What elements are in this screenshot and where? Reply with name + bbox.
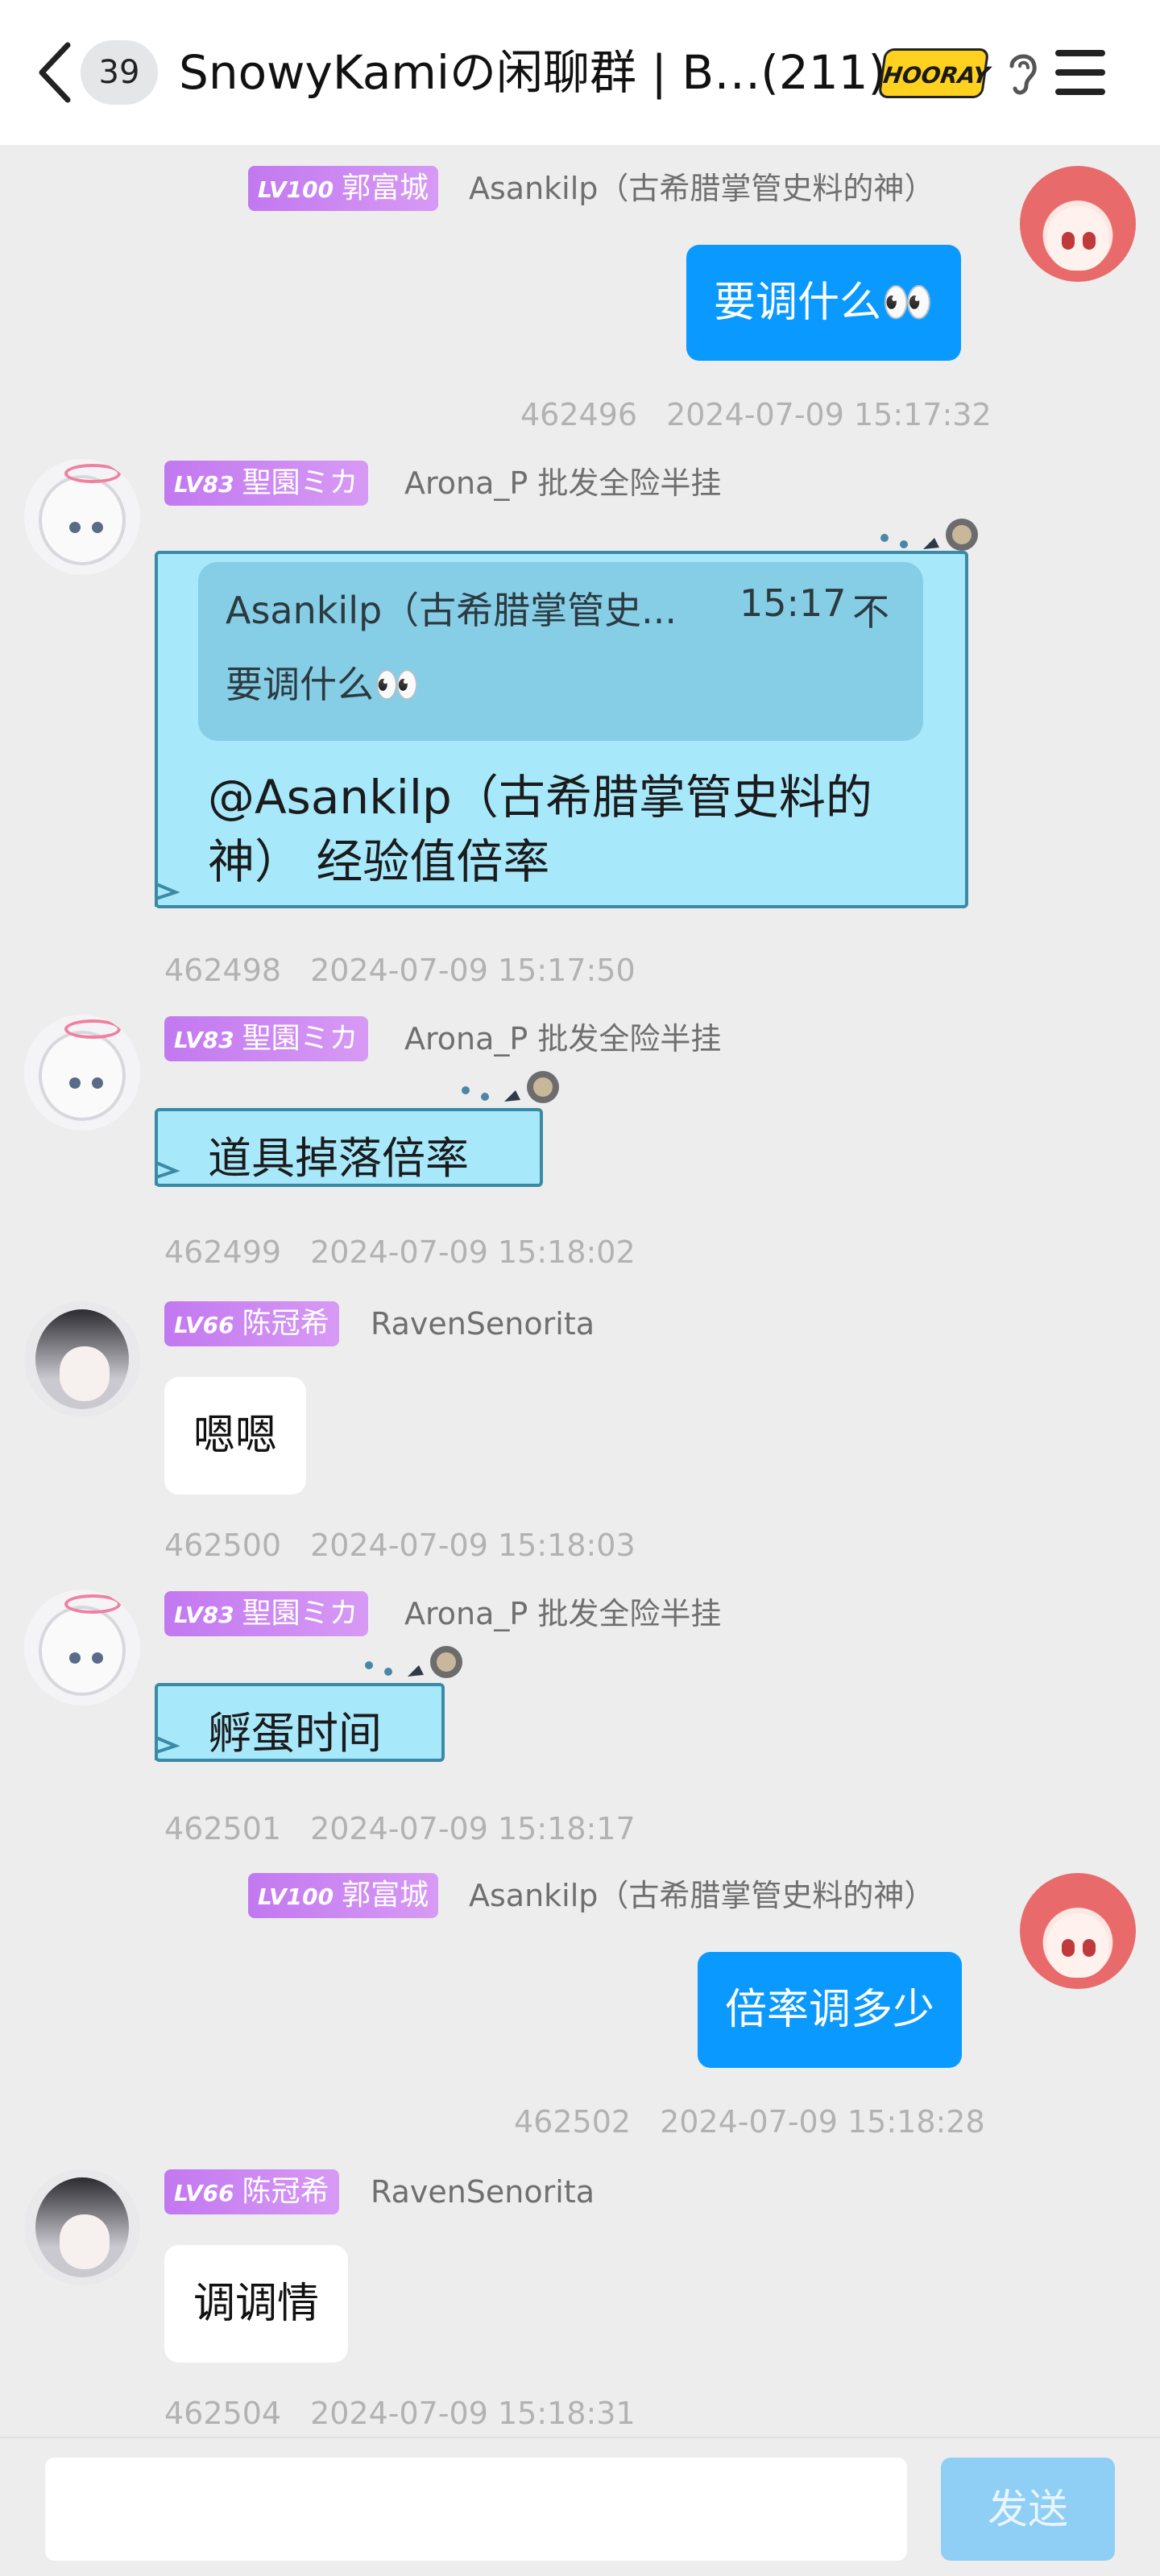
level-badge: LV83 聖園ミカ bbox=[164, 461, 368, 506]
message-bubble[interactable]: 嗯嗯 bbox=[164, 1377, 307, 1495]
sender-name: Asankilp（古希腊掌管史料的神） bbox=[469, 1878, 935, 1913]
message-input[interactable] bbox=[45, 2458, 907, 2561]
chat-header: 39 SnowyKamiの闲聊群 | B…(211) HOORAY bbox=[0, 0, 1160, 145]
message-meta: 462498 2024-07-09 15:17:50 bbox=[164, 953, 636, 988]
message-bubble[interactable]: 调调情 bbox=[164, 2245, 349, 2363]
level-badge: LV83 聖園ミカ bbox=[164, 1591, 368, 1636]
avatar[interactable] bbox=[24, 459, 140, 575]
message-meta: 462501 2024-07-09 15:18:17 bbox=[164, 1811, 636, 1846]
sender-name: Asankilp（古希腊掌管史料的神） bbox=[469, 171, 935, 206]
hooray-sticker: HOORAY bbox=[877, 48, 991, 98]
quote-text: 要调什么👀 bbox=[226, 663, 420, 706]
level-badge: LV100 郭富城 bbox=[248, 1873, 439, 1918]
avatar[interactable] bbox=[24, 1590, 140, 1706]
level-badge: LV100 郭富城 bbox=[248, 166, 439, 211]
message-meta: 462499 2024-07-09 15:18:02 bbox=[164, 1234, 636, 1270]
flag-icon bbox=[155, 1735, 180, 1760]
message-meta: 462500 2024-07-09 15:18:03 bbox=[164, 1528, 636, 1563]
message-bubble[interactable]: 道具掉落倍率 bbox=[155, 1071, 559, 1187]
quoted-message[interactable]: Asankilp（古希腊掌管史... 15:17 不 要调什么👀 bbox=[198, 562, 923, 741]
menu-icon[interactable] bbox=[1055, 50, 1105, 95]
message-meta: 462496 2024-07-09 15:17:32 bbox=[520, 397, 992, 432]
avatar[interactable] bbox=[1020, 1873, 1136, 1989]
send-button[interactable]: 发送 bbox=[941, 2458, 1115, 2561]
quote-time: 15:17 bbox=[740, 581, 847, 625]
quote-jump-icon[interactable]: 不 bbox=[852, 583, 889, 636]
level-badge: LV66 陈冠希 bbox=[164, 1301, 339, 1346]
flag-icon bbox=[155, 1160, 180, 1185]
avatar[interactable] bbox=[24, 2169, 140, 2285]
message-bubble[interactable]: 倍率调多少 bbox=[698, 1952, 963, 2068]
message-meta: 462504 2024-07-09 15:18:31 bbox=[164, 2396, 636, 2431]
level-badge: LV66 陈冠希 bbox=[164, 2169, 339, 2214]
message-bubble[interactable]: Asankilp（古希腊掌管史... 15:17 不 要调什么👀 @Asanki… bbox=[155, 519, 978, 908]
back-button[interactable] bbox=[35, 40, 76, 105]
chibi-decoration-icon bbox=[365, 1646, 462, 1678]
message-text: 道具掉落倍率 bbox=[208, 1133, 469, 1184]
sender-name: Arona_P 批发全险半挂 bbox=[404, 1021, 722, 1056]
ear-icon[interactable] bbox=[1004, 48, 1041, 98]
sender-name: RavenSenorita bbox=[371, 1306, 595, 1342]
chevron-left-icon bbox=[39, 42, 71, 103]
sender-name: Arona_P 批发全险半挂 bbox=[404, 1596, 722, 1631]
message-text: 孵蛋时间 bbox=[208, 1708, 382, 1759]
unread-count-badge[interactable]: 39 bbox=[81, 40, 158, 105]
sender-name: Arona_P 批发全险半挂 bbox=[404, 465, 722, 501]
flag-icon bbox=[155, 881, 180, 907]
message-bubble[interactable]: 孵蛋时间 bbox=[155, 1646, 462, 1762]
chibi-decoration-icon bbox=[880, 519, 978, 551]
sender-name: RavenSenorita bbox=[371, 2174, 595, 2210]
quote-author: Asankilp（古希腊掌管史... bbox=[226, 589, 677, 632]
message-bubble[interactable]: 要调什么👀 bbox=[686, 245, 961, 361]
chibi-decoration-icon bbox=[462, 1071, 559, 1103]
message-text: @Asankilp（古希腊掌管史料的神） 经验值倍率 bbox=[208, 770, 872, 889]
avatar[interactable] bbox=[24, 1015, 140, 1131]
message-list[interactable]: LV100 郭富城 Asankilp（古希腊掌管史料的神） 要调什么👀 46249… bbox=[0, 145, 1160, 2437]
message-meta: 462502 2024-07-09 15:18:28 bbox=[514, 2104, 985, 2140]
avatar[interactable] bbox=[1020, 166, 1136, 282]
level-badge: LV83 聖園ミカ bbox=[164, 1016, 368, 1061]
chat-title[interactable]: SnowyKamiの闲聊群 | B…(211) bbox=[179, 39, 886, 106]
input-bar: 发送 bbox=[0, 2437, 1160, 2576]
avatar[interactable] bbox=[24, 1301, 140, 1417]
